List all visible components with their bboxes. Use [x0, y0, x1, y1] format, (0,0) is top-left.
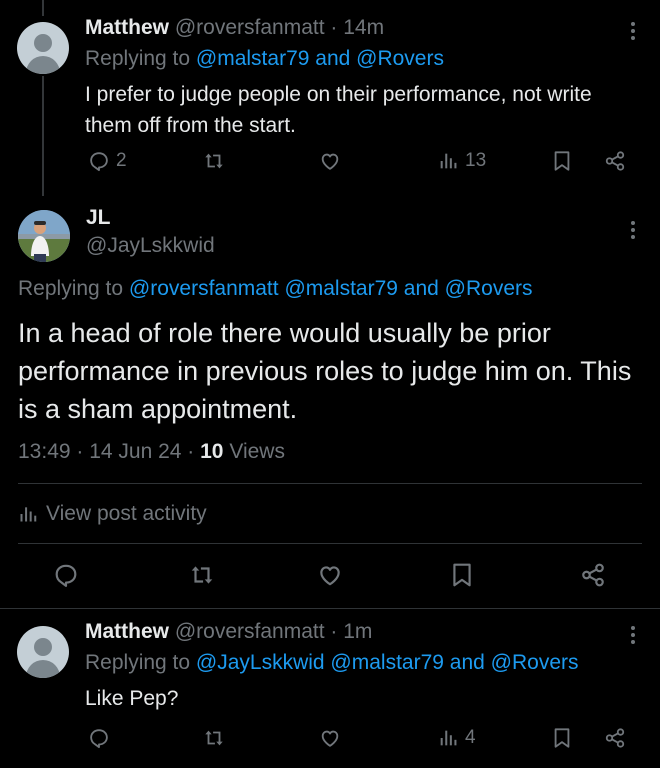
replying-to: Replying to @JayLskkwid @malstar79 and @… [85, 651, 579, 675]
divider [18, 483, 642, 484]
author-handle[interactable]: @JayLskkwid [86, 234, 215, 258]
more-icon[interactable] [630, 626, 636, 647]
views-count: 10 [200, 440, 224, 463]
avatar[interactable] [17, 626, 69, 678]
thread-line-top [42, 0, 44, 16]
views-button[interactable]: 4 [437, 727, 476, 749]
thread-line-reply1 [42, 76, 44, 196]
views-icon [440, 153, 457, 169]
repost-button[interactable] [202, 150, 226, 172]
activity-label: View post activity [46, 502, 207, 525]
timestamp[interactable]: 13:49 · 14 Jun 24 · [18, 440, 200, 463]
bookmark-button[interactable] [451, 562, 473, 588]
views-count: 4 [465, 727, 476, 748]
share-icon [605, 151, 625, 171]
like-icon [321, 730, 339, 747]
share-button[interactable] [604, 727, 626, 749]
bookmark-button[interactable] [552, 150, 572, 172]
like-button[interactable] [319, 150, 341, 172]
avatar[interactable] [18, 210, 70, 262]
replying-to: Replying to @malstar79 and @Rovers [85, 47, 444, 71]
author-handle[interactable]: @roversfanmatt [175, 16, 325, 39]
bookmark-button[interactable] [552, 727, 572, 749]
tweet-meta: 13:49 · 14 Jun 24 · 10 Views [18, 440, 285, 464]
reply-button[interactable]: 2 [88, 150, 127, 172]
mentions-link[interactable]: @JayLskkwid @malstar79 and @Rovers [196, 651, 579, 674]
reply-icon [90, 152, 108, 172]
reply2-header: Matthew @roversfanmatt · 1m [85, 620, 372, 644]
like-icon [320, 566, 340, 586]
bookmark-icon [453, 563, 471, 587]
like-button[interactable] [319, 727, 341, 749]
author-name[interactable]: Matthew [85, 16, 169, 39]
post-time[interactable]: · 1m [330, 620, 372, 643]
reply-count: 2 [116, 150, 127, 171]
share-button[interactable] [604, 150, 626, 172]
more-icon[interactable] [630, 22, 636, 43]
mentions-link[interactable]: @malstar79 and @Rovers [196, 47, 444, 70]
more-icon[interactable] [630, 221, 636, 242]
like-icon [321, 153, 339, 170]
replying-to-label: Replying to [18, 277, 124, 300]
repost-icon [205, 153, 223, 169]
share-icon [605, 728, 625, 748]
replying-to-label: Replying to [85, 651, 191, 674]
bookmark-icon [554, 728, 570, 748]
views-button[interactable]: 13 [437, 150, 486, 172]
avatar[interactable] [17, 22, 69, 74]
post-time[interactable]: · 14m [330, 16, 384, 39]
tweet-text: Like Pep? [85, 687, 179, 710]
repost-button[interactable] [202, 727, 226, 749]
reply-icon [90, 729, 108, 749]
views-icon [440, 730, 457, 746]
reply-icon [55, 564, 77, 587]
tweet-text: In a head of role there would usually be… [18, 318, 632, 424]
reply1-header: Matthew @roversfanmatt · 14m [85, 16, 384, 40]
share-button[interactable] [580, 562, 606, 588]
tweet-text: I prefer to judge people on their perfor… [85, 83, 592, 137]
activity-icon [20, 507, 37, 522]
repost-icon [191, 566, 213, 584]
replying-to: Replying to @roversfanmatt @malstar79 an… [18, 277, 533, 301]
views-label: Views [223, 440, 285, 463]
reply-button[interactable] [88, 727, 110, 749]
replying-to-label: Replying to [85, 47, 191, 70]
author-handle[interactable]: @roversfanmatt [175, 620, 325, 643]
repost-button[interactable] [188, 562, 216, 588]
bookmark-icon [554, 151, 570, 171]
divider [0, 608, 660, 609]
author-name[interactable]: JL [86, 206, 111, 230]
mentions-link[interactable]: @roversfanmatt @malstar79 and @Rovers [129, 277, 533, 300]
view-activity-link[interactable]: View post activity [18, 502, 207, 526]
author-name[interactable]: Matthew [85, 620, 169, 643]
reply-button[interactable] [53, 562, 79, 588]
views-count: 13 [465, 150, 487, 171]
repost-icon [205, 730, 223, 746]
share-icon [582, 563, 604, 587]
like-button[interactable] [317, 562, 343, 588]
divider [18, 543, 642, 544]
